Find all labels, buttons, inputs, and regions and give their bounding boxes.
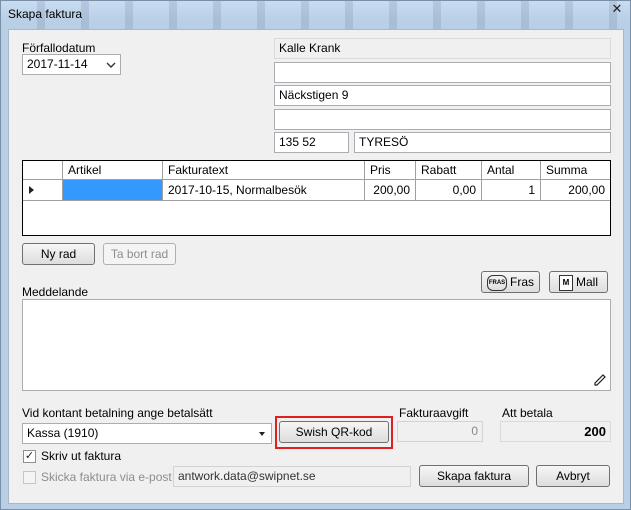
email-invoice-label: Skicka faktura via e-post: [41, 470, 172, 484]
cell-rabatt[interactable]: 0,00: [416, 180, 482, 201]
invoice-rows-grid[interactable]: Artikel Fakturatext Pris Rabatt Antal Su…: [22, 160, 611, 236]
fras-icon: FRAS: [487, 274, 507, 291]
email-invoice-checkbox[interactable]: [23, 471, 36, 484]
payment-method-value: Kassa (1910): [27, 426, 99, 440]
cancel-button[interactable]: Avbryt: [536, 465, 610, 487]
message-textarea[interactable]: [22, 299, 611, 391]
print-invoice-checkbox[interactable]: ✓: [23, 450, 36, 463]
fee-label: Fakturaavgift: [399, 406, 469, 420]
to-pay-label: Att betala: [502, 406, 553, 420]
col-header-fakturatext[interactable]: Fakturatext: [163, 161, 365, 180]
payment-method-select[interactable]: Kassa (1910): [22, 423, 272, 444]
mall-button[interactable]: M Mall: [549, 271, 608, 293]
col-header-antal[interactable]: Antal: [482, 161, 541, 180]
col-header-summa[interactable]: Summa: [541, 161, 610, 180]
address-line2-field[interactable]: [274, 62, 611, 83]
chevron-down-icon: [106, 62, 116, 68]
dropdown-arrow-icon: [259, 432, 265, 436]
background-strip: [1, 1, 630, 29]
zip-field[interactable]: 135 52: [274, 132, 349, 153]
print-invoice-label: Skriv ut faktura: [41, 449, 122, 463]
col-header-rabatt[interactable]: Rabatt: [416, 161, 482, 180]
payment-method-label: Vid kontant betalning ange betalsätt: [22, 406, 213, 420]
new-row-button[interactable]: Ny rad: [22, 243, 95, 265]
fras-button[interactable]: FRAS Fras: [481, 271, 540, 293]
to-pay-value: 200: [500, 421, 611, 442]
cell-summa[interactable]: 200,00: [541, 180, 610, 201]
close-icon[interactable]: ✕: [610, 2, 624, 16]
invoice-dialog: Skapa faktura ✕ Förfallodatum 2017-11-14…: [0, 0, 631, 510]
email-field[interactable]: antwork.data@swipnet.se: [173, 466, 411, 487]
col-header-pris[interactable]: Pris: [365, 161, 416, 180]
grid-header: Artikel Fakturatext Pris Rabatt Antal Su…: [23, 161, 610, 180]
cell-pris[interactable]: 200,00: [365, 180, 416, 201]
due-date-picker[interactable]: 2017-11-14: [22, 54, 121, 75]
fras-label: Fras: [510, 275, 534, 289]
fee-field[interactable]: 0: [397, 421, 483, 442]
row-header-corner: [23, 161, 63, 180]
due-date-label: Förfallodatum: [22, 41, 96, 55]
cell-artikel[interactable]: [63, 180, 163, 201]
delete-row-button[interactable]: Ta bort rad: [103, 243, 176, 265]
title-bar: Skapa faktura ✕: [1, 1, 630, 29]
col-header-artikel[interactable]: Artikel: [63, 161, 163, 180]
cell-antal[interactable]: 1: [482, 180, 541, 201]
due-date-value: 2017-11-14: [27, 57, 88, 71]
cell-fakturatext[interactable]: 2017-10-15, Normalbesök: [163, 180, 365, 201]
pen-icon[interactable]: [593, 373, 607, 387]
customer-name-field[interactable]: Kalle Krank: [274, 38, 611, 59]
window-title: Skapa faktura: [8, 7, 83, 21]
street-field[interactable]: Näckstigen 9: [274, 85, 611, 106]
swish-qr-button[interactable]: Swish QR-kod: [279, 421, 389, 443]
message-label: Meddelande: [22, 285, 89, 299]
address-line4-field[interactable]: [274, 109, 611, 130]
city-field[interactable]: TYRESÖ: [354, 132, 611, 153]
dialog-body: Förfallodatum 2017-11-14 Kalle Krank Näc…: [8, 29, 624, 504]
row-pointer-icon: [29, 186, 34, 194]
mall-label: Mall: [575, 275, 598, 289]
create-invoice-button[interactable]: Skapa faktura: [419, 465, 529, 487]
row-selector[interactable]: [23, 180, 63, 201]
template-icon: M: [558, 274, 573, 291]
